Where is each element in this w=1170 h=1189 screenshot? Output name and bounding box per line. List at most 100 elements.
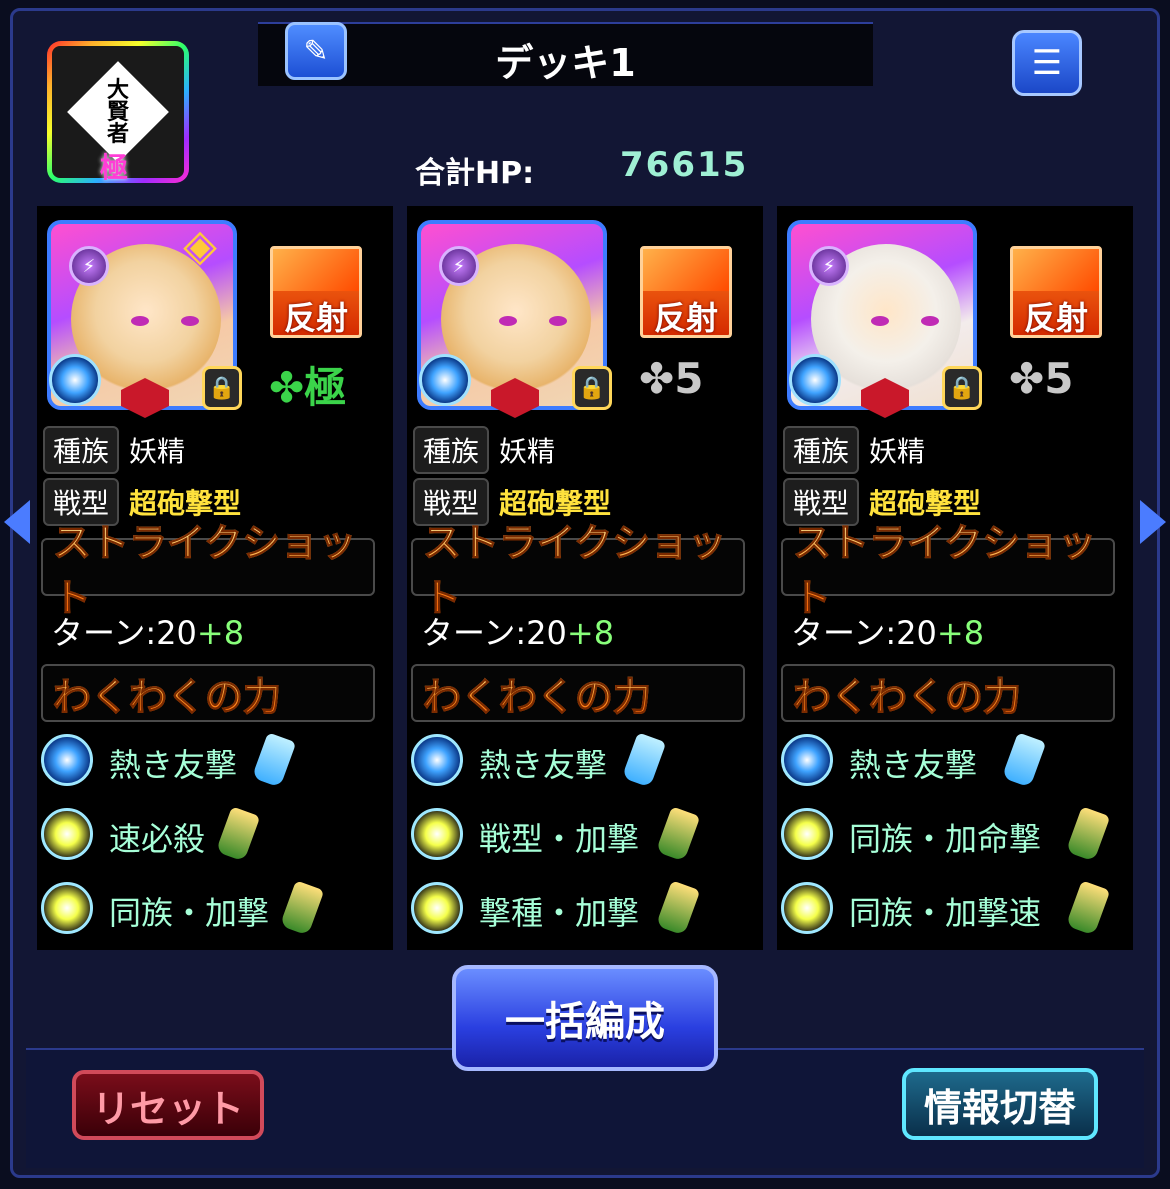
green-bottle-icon (215, 806, 261, 862)
ability-star-icon (781, 808, 833, 860)
eye-right (921, 316, 939, 326)
reflect-badge: 反射 (640, 246, 732, 338)
next-arrow-icon[interactable] (1140, 500, 1166, 544)
bulk-organize-button[interactable]: 一括編成 (452, 965, 718, 1071)
monster-card[interactable]: ⚡ 🔒 反射 ✤5 種族 妖精 戦型 超砲撃型 ストライクショット ターン:20… (407, 206, 763, 950)
list-icon: ☰ (1031, 43, 1063, 83)
lock-icon: 🔒 (202, 366, 242, 410)
strike-shot-label: ストライクショット (793, 512, 1113, 622)
pencil-icon: ✎ (303, 33, 329, 69)
badge-line1: 大 (106, 76, 130, 103)
luck-value: ✤極 (269, 363, 347, 412)
badge-rank: 極 (100, 151, 129, 184)
monster-card[interactable]: ⚡ 🔒 反射 ✤5 種族 妖精 戦型 超砲撃型 ストライクショット ターン:20… (777, 206, 1133, 950)
ability-row: 同族・加撃速 (777, 878, 1133, 938)
ability-text: 撃種・加撃 (479, 894, 640, 932)
ability-row: 同族・加撃 (37, 878, 393, 938)
blue-bottle-icon (251, 732, 297, 788)
strike-shot-box: ストライクショット (781, 521, 1115, 621)
ability-star-icon (41, 808, 93, 860)
eye-left (499, 316, 517, 326)
strike-shot-box: ストライクショット (41, 521, 375, 621)
hp-label: 合計HP: (415, 156, 535, 191)
ability-row: 熱き友撃 (37, 730, 393, 790)
eye-left (131, 316, 149, 326)
race-tag: 種族 (783, 426, 860, 474)
dark-element-icon: ⚡ (439, 246, 479, 286)
strike-shot-box: ストライクショット (411, 521, 745, 621)
race-value: 妖精 (499, 435, 556, 468)
ability-row: 同族・加命撃 (777, 804, 1133, 864)
luck-value: ✤5 (639, 354, 704, 403)
turn-count: ターン:20+8 (421, 608, 614, 654)
race-value: 妖精 (869, 435, 926, 468)
race-tag: 種族 (43, 426, 120, 474)
turn-count: ターン:20+8 (791, 608, 984, 654)
race-tag: 種族 (413, 426, 490, 474)
turn-bonus: +8 (936, 614, 985, 652)
turn-count: ターン:20+8 (51, 608, 244, 654)
link-icon: ◈ (183, 220, 217, 271)
info-toggle-button[interactable]: 情報切替 (902, 1068, 1098, 1140)
ability-text: 速必殺 (109, 820, 206, 858)
gauge-icon (419, 354, 471, 406)
green-bottle-icon (279, 880, 325, 936)
ability-row: 速必殺 (37, 804, 393, 864)
blue-bottle-icon (621, 732, 667, 788)
dark-element-icon: ⚡ (809, 246, 849, 286)
reflect-label: 反射 (1023, 299, 1088, 337)
ability-star-icon (781, 882, 833, 934)
blue-bottle-icon (1001, 732, 1047, 788)
waku-label: わくわくの力 (422, 666, 651, 721)
reflect-badge: 反射 (270, 246, 362, 338)
race-row: 種族 妖精 (43, 426, 185, 474)
ability-star-icon (411, 808, 463, 860)
ability-text: 熱き友撃 (849, 746, 978, 784)
reflect-badge: 反射 (1010, 246, 1102, 338)
green-bottle-icon (1065, 806, 1111, 862)
edit-button[interactable]: ✎ (285, 22, 347, 80)
turn-bonus: +8 (196, 614, 245, 652)
ability-gauge-icon (411, 734, 463, 786)
ability-row: 熱き友撃 (407, 730, 763, 790)
ability-text: 同族・加撃 (109, 894, 270, 932)
green-bottle-icon (655, 806, 701, 862)
reflect-arrow-icon (643, 249, 729, 291)
ability-text: 同族・加命撃 (849, 820, 1042, 858)
eye-right (181, 316, 199, 326)
strike-shot-label: ストライクショット (423, 512, 743, 622)
lock-icon: 🔒 (942, 366, 982, 410)
strike-shot-label: ストライクショット (53, 512, 373, 622)
deck-header: 大 賢 者 極 デッキ1 ✎ ☰ 合計HP: 76615 (0, 0, 1170, 200)
reflect-arrow-icon (1013, 249, 1099, 291)
turn-label: ターン:20 (421, 614, 567, 652)
green-bottle-icon (655, 880, 701, 936)
hp-value: 76615 (620, 145, 749, 185)
title-bar: デッキ1 (258, 22, 873, 86)
ability-text: 同族・加撃速 (849, 894, 1042, 932)
race-row: 種族 妖精 (413, 426, 556, 474)
ability-row: 撃種・加撃 (407, 878, 763, 938)
waku-box: わくわくの力 (411, 664, 745, 722)
reset-button[interactable]: リセット (72, 1070, 264, 1140)
reflect-label: 反射 (283, 299, 348, 337)
title-badge[interactable]: 大 賢 者 極 (47, 41, 189, 184)
ability-text: 戦型・加撃 (479, 820, 640, 858)
waku-box: わくわくの力 (781, 664, 1115, 722)
menu-button[interactable]: ☰ (1012, 30, 1082, 96)
lock-icon: 🔒 (572, 366, 612, 410)
reflect-arrow-icon (273, 249, 359, 291)
monster-card[interactable]: ⚡ ◈ 🔒 反射 ✤極 種族 妖精 戦型 超砲撃型 ストライクショット ターン:… (37, 206, 393, 950)
badge-line3: 者 (106, 120, 130, 147)
deck-title: デッキ1 (495, 41, 636, 85)
reflect-label: 反射 (653, 299, 718, 337)
ability-row: 熱き友撃 (777, 730, 1133, 790)
eye-left (871, 316, 889, 326)
turn-label: ターン:20 (791, 614, 937, 652)
ability-text: 熱き友撃 (109, 746, 238, 784)
waku-label: わくわくの力 (792, 666, 1021, 721)
ability-row: 戦型・加撃 (407, 804, 763, 864)
prev-arrow-icon[interactable] (4, 500, 30, 544)
dark-element-icon: ⚡ (69, 246, 109, 286)
badge-text: 大 賢 者 (106, 76, 130, 147)
